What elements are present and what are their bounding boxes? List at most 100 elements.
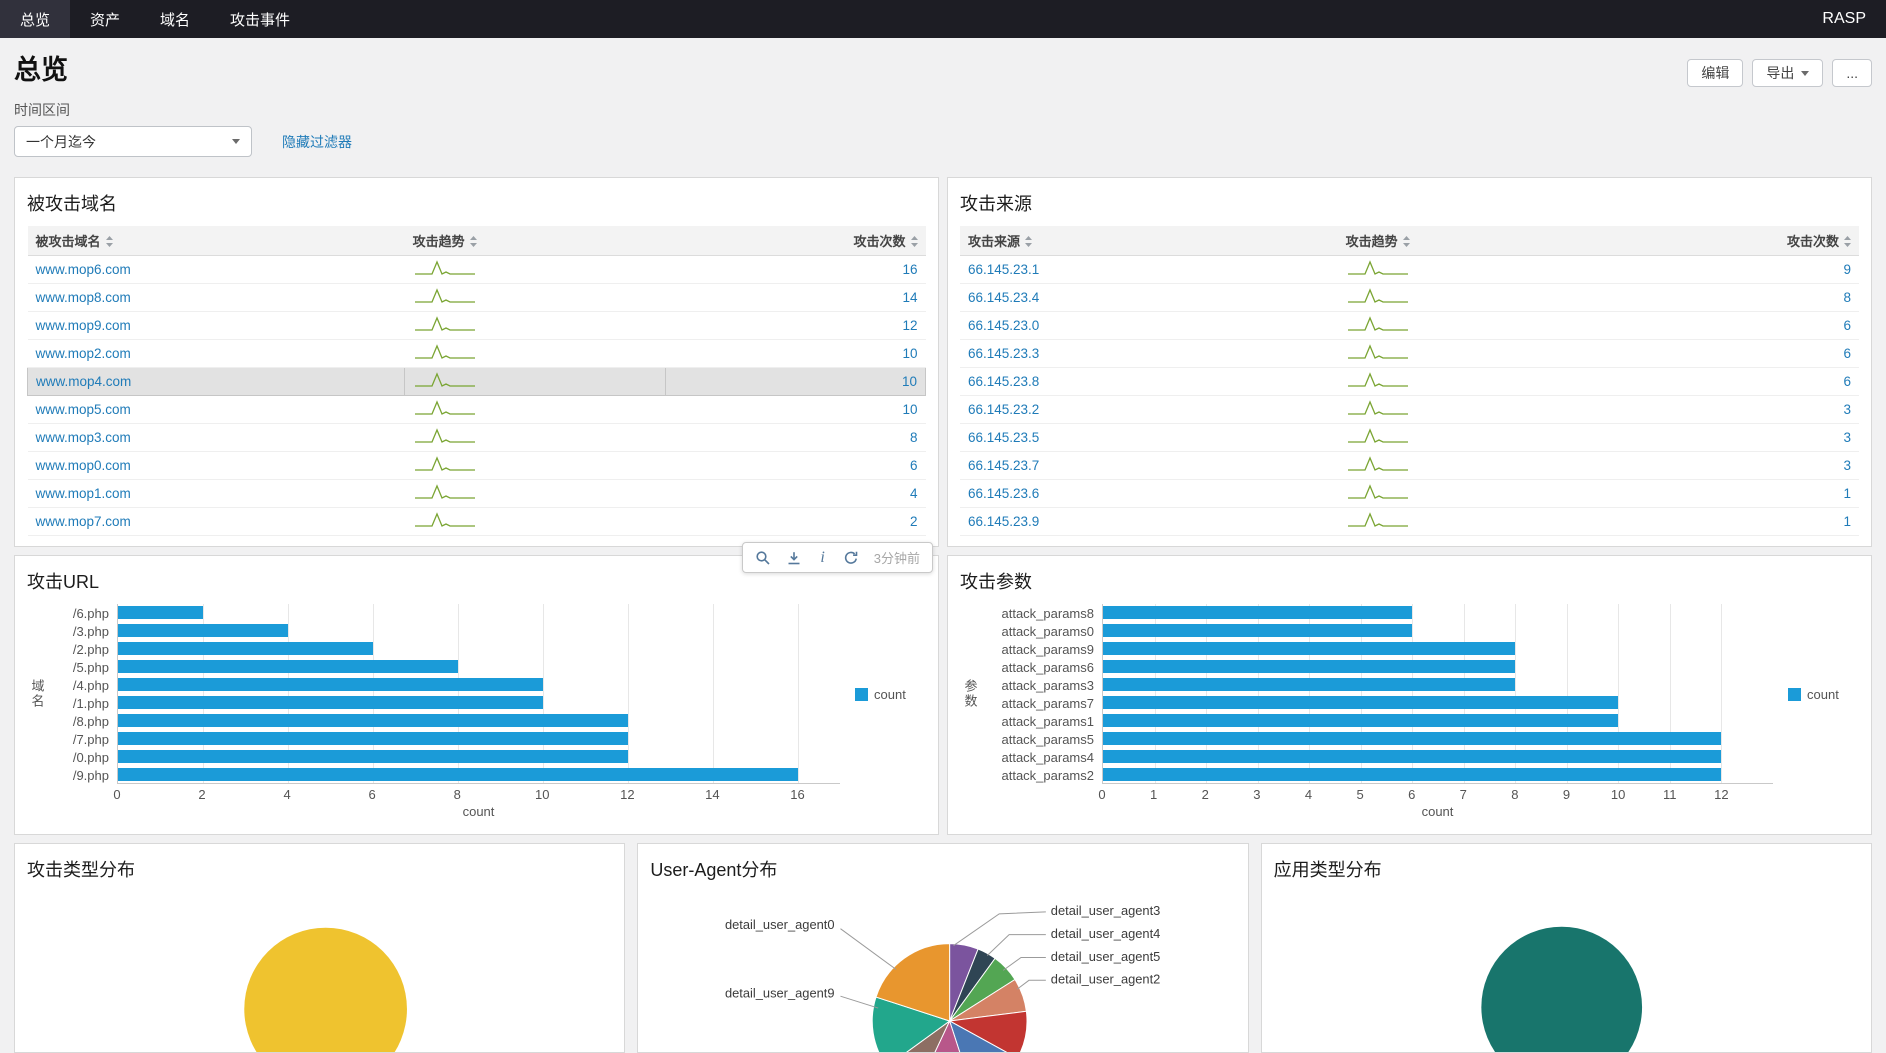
table-row[interactable]: www.mop5.com10 xyxy=(28,396,926,424)
domain-link[interactable]: www.mop3.com xyxy=(36,430,131,445)
bar[interactable] xyxy=(1103,642,1515,655)
bar[interactable] xyxy=(118,678,543,691)
bar[interactable] xyxy=(118,606,203,619)
pie-slice[interactable] xyxy=(1481,927,1642,1052)
table-row[interactable]: www.mop8.com14 xyxy=(28,284,926,312)
bar[interactable] xyxy=(118,750,628,763)
table-row[interactable]: 66.145.23.86 xyxy=(960,368,1859,396)
bar[interactable] xyxy=(118,732,628,745)
bar[interactable] xyxy=(1103,750,1721,763)
bar[interactable] xyxy=(118,660,458,673)
bar[interactable] xyxy=(1103,678,1515,691)
table-row[interactable]: www.mop9.com12 xyxy=(28,312,926,340)
column-header[interactable]: 攻击次数 xyxy=(665,226,925,256)
attack-sources-table: 攻击来源攻击趋势攻击次数66.145.23.1966.145.23.4866.1… xyxy=(960,226,1859,536)
nav-tab-1[interactable]: 资产 xyxy=(70,0,140,38)
table-row[interactable]: www.mop3.com8 xyxy=(28,424,926,452)
table-row[interactable]: www.mop2.com10 xyxy=(28,340,926,368)
nav-tab-0[interactable]: 总览 xyxy=(0,0,70,38)
legend-item[interactable]: count xyxy=(855,687,906,702)
table-row[interactable]: 66.145.23.53 xyxy=(960,424,1859,452)
domain-link[interactable]: www.mop9.com xyxy=(36,318,131,333)
zoom-icon[interactable] xyxy=(755,550,771,566)
domain-link[interactable]: www.mop6.com xyxy=(36,262,131,277)
table-row[interactable]: 66.145.23.06 xyxy=(960,312,1859,340)
table-row[interactable]: www.mop7.com2 xyxy=(28,508,926,536)
source-link[interactable]: 66.145.23.9 xyxy=(968,514,1039,529)
table-row[interactable]: 66.145.23.23 xyxy=(960,396,1859,424)
source-link[interactable]: 66.145.23.4 xyxy=(968,290,1039,305)
column-header[interactable]: 被攻击域名 xyxy=(28,226,405,256)
table-row[interactable]: www.mop4.com10 xyxy=(28,368,926,396)
panel-app-type: 应用类型分布 xyxy=(1261,843,1872,1053)
bar[interactable] xyxy=(1103,768,1721,781)
source-link[interactable]: 66.145.23.3 xyxy=(968,346,1039,361)
edit-button[interactable]: 编辑 xyxy=(1687,59,1743,87)
table-row[interactable]: 66.145.23.19 xyxy=(960,256,1859,284)
hide-filters-link[interactable]: 隐藏过滤器 xyxy=(282,132,352,152)
nav-tabs: 总览资产域名攻击事件 xyxy=(0,0,310,38)
domain-link[interactable]: www.mop8.com xyxy=(36,290,131,305)
info-icon[interactable]: i xyxy=(817,550,827,566)
source-link[interactable]: 66.145.23.8 xyxy=(968,374,1039,389)
column-header[interactable]: 攻击趋势 xyxy=(1338,226,1599,256)
domain-link[interactable]: www.mop1.com xyxy=(36,486,131,501)
bar[interactable] xyxy=(1103,714,1618,727)
trend-sparkline xyxy=(413,259,477,277)
domain-link[interactable]: www.mop2.com xyxy=(36,346,131,361)
bar[interactable] xyxy=(118,642,373,655)
panel-attack-params: 攻击参数 参数attack_params8attack_params0attac… xyxy=(947,555,1872,835)
source-link[interactable]: 66.145.23.7 xyxy=(968,458,1039,473)
table-row[interactable]: 66.145.23.48 xyxy=(960,284,1859,312)
category-label: /2.php xyxy=(47,640,117,658)
panel-title: 攻击参数 xyxy=(960,568,1859,594)
bar[interactable] xyxy=(118,768,798,781)
column-header[interactable]: 攻击次数 xyxy=(1598,226,1859,256)
table-row[interactable]: 66.145.23.73 xyxy=(960,452,1859,480)
bar[interactable] xyxy=(1103,606,1412,619)
table-row[interactable]: www.mop1.com4 xyxy=(28,480,926,508)
filter-row: 一个月迄今 隐藏过滤器 xyxy=(14,126,1872,157)
refresh-icon[interactable] xyxy=(843,550,859,566)
tick-label: 6 xyxy=(1408,787,1415,802)
app-type-pie xyxy=(1274,892,1859,1052)
table-row[interactable]: www.mop6.com16 xyxy=(28,256,926,284)
bar[interactable] xyxy=(1103,660,1515,673)
domain-link[interactable]: www.mop0.com xyxy=(36,458,131,473)
trend-cell xyxy=(405,424,665,452)
column-header[interactable]: 攻击趋势 xyxy=(405,226,665,256)
domain-link[interactable]: www.mop5.com xyxy=(36,402,131,417)
source-link[interactable]: 66.145.23.1 xyxy=(968,262,1039,277)
nav-tab-3[interactable]: 攻击事件 xyxy=(210,0,310,38)
callout-line xyxy=(1017,980,1046,989)
nav-tab-2[interactable]: 域名 xyxy=(140,0,210,38)
bar[interactable] xyxy=(118,696,543,709)
table-row[interactable]: www.mop0.com6 xyxy=(28,452,926,480)
source-link[interactable]: 66.145.23.0 xyxy=(968,318,1039,333)
bar[interactable] xyxy=(1103,732,1721,745)
domain-link[interactable]: www.mop4.com xyxy=(36,374,131,389)
table-row[interactable]: 66.145.23.9 1 xyxy=(960,508,1859,536)
bar[interactable] xyxy=(1103,696,1618,709)
table-row[interactable]: 66.145.23.61 xyxy=(960,480,1859,508)
more-button[interactable]: ... xyxy=(1832,59,1872,87)
column-header[interactable]: 攻击来源 xyxy=(960,226,1338,256)
sort-icon xyxy=(106,236,113,247)
time-range-select[interactable]: 一个月迄今 xyxy=(14,126,252,157)
bar[interactable] xyxy=(1103,624,1412,637)
legend-item[interactable]: count xyxy=(1788,687,1839,702)
domain-link[interactable]: www.mop7.com xyxy=(36,514,131,529)
download-icon[interactable] xyxy=(786,550,802,566)
table-row[interactable]: 66.145.23.36 xyxy=(960,340,1859,368)
count-value: 1 xyxy=(1598,508,1859,536)
trend-sparkline xyxy=(413,371,477,389)
source-link[interactable]: 66.145.23.6 xyxy=(968,486,1039,501)
category-label: attack_params9 xyxy=(980,640,1102,658)
export-button[interactable]: 导出 xyxy=(1752,59,1823,87)
tick-label: 2 xyxy=(1202,787,1209,802)
bar[interactable] xyxy=(118,714,628,727)
source-link[interactable]: 66.145.23.5 xyxy=(968,430,1039,445)
pie-slice[interactable] xyxy=(244,928,407,1052)
source-link[interactable]: 66.145.23.2 xyxy=(968,402,1039,417)
bar[interactable] xyxy=(118,624,288,637)
